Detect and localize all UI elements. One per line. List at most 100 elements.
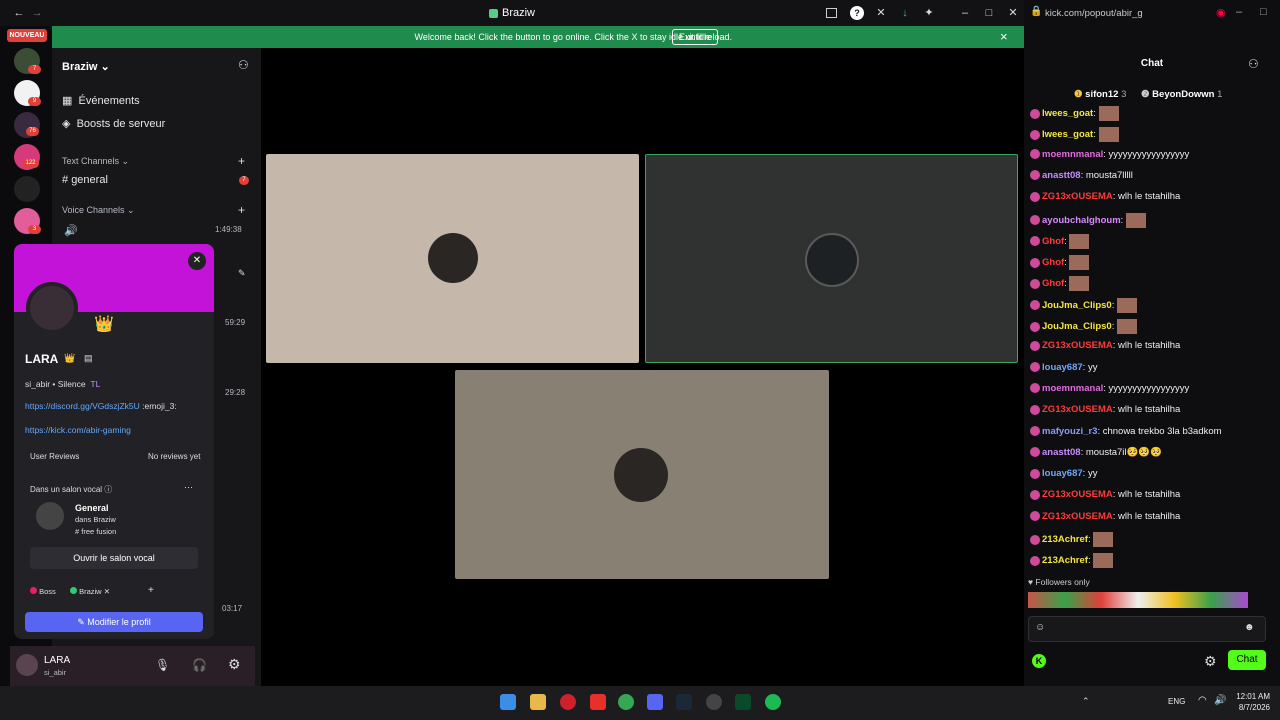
profile-name: LARA <box>25 352 59 366</box>
new-badge: NOUVEAU <box>7 29 47 42</box>
chat-username[interactable]: lwees_goat <box>1042 108 1093 119</box>
maximize-icon[interactable]: □ <box>982 6 996 20</box>
server-name[interactable]: Braziw ⌄ <box>62 60 110 73</box>
microphone-icon[interactable]: 🎙 <box>155 658 170 672</box>
chat-username[interactable]: louay687 <box>1042 362 1083 373</box>
crown-icon: 👑 <box>94 316 114 333</box>
chat-username[interactable]: Ghof <box>1042 257 1064 268</box>
chat-text: yy <box>1087 468 1098 480</box>
extension-icon[interactable]: ✦ <box>922 6 936 20</box>
banner-close-icon[interactable]: × <box>1000 29 1008 44</box>
chat-message: moemnmanal: yyyyyyyyyyyyyyyyy <box>1030 383 1189 401</box>
tray-chevron-icon[interactable]: ⌃ <box>1082 696 1090 707</box>
language-indicator[interactable]: ENG <box>1168 697 1185 706</box>
discord-icon[interactable] <box>647 694 663 710</box>
add-friend-icon[interactable]: ⚇ <box>238 58 249 72</box>
profile-link[interactable]: https://discord.gg/VGdszjZk5U :emoji_3: <box>25 401 177 411</box>
chat-message: 213Achref: <box>1030 532 1114 550</box>
gear-app-icon[interactable] <box>706 694 722 710</box>
close-icon[interactable]: ✕ <box>188 252 206 270</box>
app-icon[interactable] <box>735 694 751 710</box>
emote-picker-icon[interactable]: ☺ <box>1035 622 1045 633</box>
minimize-icon[interactable]: – <box>1236 6 1242 18</box>
chat-username[interactable]: ZG13xOUSEMA <box>1042 404 1113 415</box>
chat-username[interactable]: anastt08 <box>1042 170 1081 181</box>
category-text-channels[interactable]: Text Channels ⌄ <box>62 156 129 167</box>
emote-bar[interactable] <box>1028 592 1248 608</box>
opera-icon[interactable] <box>560 694 576 710</box>
minimize-icon[interactable]: – <box>958 6 972 20</box>
tile-avatar <box>428 233 478 283</box>
headphones-icon[interactable]: 🎧 <box>192 658 207 672</box>
chat-username[interactable]: moemnmanal <box>1042 149 1103 160</box>
chat-username[interactable]: ayoubchalghoum <box>1042 215 1121 226</box>
heart-icon: ♥ <box>1028 577 1034 587</box>
emote-image <box>1069 276 1090 292</box>
chat-text: wlh le tstahilha <box>1118 191 1181 203</box>
chat-username[interactable]: anastt08 <box>1042 447 1081 458</box>
steam-icon[interactable] <box>676 694 692 710</box>
emote-image <box>1069 233 1090 249</box>
chat-username[interactable]: ZG13xOUSEMA <box>1042 340 1113 351</box>
send-chat-button[interactable]: Chat <box>1228 650 1266 670</box>
avatar[interactable] <box>26 282 78 334</box>
clock[interactable]: 12:01 AM 8/7/2026 <box>1230 691 1270 713</box>
chat-username[interactable]: ZG13xOUSEMA <box>1042 191 1113 202</box>
edit-profile-button[interactable]: ✎ Modifier le profil <box>25 612 203 632</box>
chat-username[interactable]: JouJma_Clips0 <box>1042 321 1112 332</box>
chat-username[interactable]: lwees_goat <box>1042 129 1093 140</box>
note-icon[interactable]: ▤ <box>84 353 93 364</box>
leaderboard-entry: ❷ BeyonDowwn 1 <box>1141 89 1223 100</box>
open-voice-button[interactable]: Ouvrir le salon vocal <box>30 547 198 569</box>
chat-username[interactable]: ZG13xOUSEMA <box>1042 489 1113 500</box>
profile-link[interactable]: https://kick.com/abir-gaming <box>25 425 131 435</box>
help-icon[interactable]: ? <box>850 6 864 20</box>
more-icon[interactable]: ⋯ <box>184 482 193 493</box>
volume-icon[interactable]: 🔊 <box>1214 695 1226 706</box>
sidebar-item-boosts[interactable]: ◈ Boosts de serveur <box>62 117 165 130</box>
category-voice-channels[interactable]: Voice Channels ⌄ <box>62 205 135 216</box>
extension-icon[interactable]: ◉ <box>1216 6 1226 19</box>
chrome-icon[interactable] <box>618 694 634 710</box>
chat-username[interactable]: Ghof <box>1042 278 1064 289</box>
add-voice-channel-icon[interactable]: + <box>238 203 245 217</box>
chat-message: JouJma_Clips0: <box>1030 319 1137 337</box>
spotify-icon[interactable] <box>765 694 781 710</box>
sidebar-item-events[interactable]: ▦ Événements <box>62 94 140 107</box>
wifi-icon[interactable]: ◠ <box>1198 695 1207 706</box>
avatar[interactable] <box>16 654 38 676</box>
chat-username[interactable]: moemnmanal <box>1042 383 1103 394</box>
close-icon[interactable]: ✕ <box>1006 6 1020 20</box>
chat-username[interactable]: louay687 <box>1042 468 1083 479</box>
chat-username[interactable]: 213Achref <box>1042 534 1088 545</box>
voice-tile[interactable] <box>455 370 829 579</box>
wps-icon[interactable] <box>590 694 606 710</box>
voice-tile[interactable] <box>266 154 639 363</box>
chat-username[interactable]: ZG13xOUSEMA <box>1042 511 1113 522</box>
exit-idle-button[interactable]: Exit Idle <box>672 29 719 45</box>
calendar-icon: ▦ <box>62 95 73 107</box>
settings-icon[interactable]: ⚙ <box>228 656 241 673</box>
url-text[interactable]: kick.com/popout/abir_g <box>1045 8 1143 19</box>
add-channel-icon[interactable]: + <box>238 154 245 168</box>
users-icon[interactable]: ⚇ <box>1248 57 1259 71</box>
smiley-icon[interactable]: ☻ <box>1244 622 1255 633</box>
server-icon[interactable] <box>14 176 40 202</box>
start-icon[interactable] <box>500 694 516 710</box>
chat-input[interactable] <box>1028 616 1266 642</box>
settings-icon[interactable]: ⚙ <box>1204 653 1217 670</box>
chat-username[interactable]: Ghof <box>1042 236 1064 247</box>
chat-username[interactable]: JouJma_Clips0 <box>1042 300 1112 311</box>
add-role-icon[interactable]: + <box>148 585 154 596</box>
banner-text: Welcome back! Click the button to go onl… <box>414 32 733 42</box>
chat-message: Ghof: <box>1030 233 1090 252</box>
folder-icon[interactable] <box>530 694 546 710</box>
tools-icon[interactable]: ✕ <box>874 6 888 20</box>
inbox-icon[interactable] <box>826 8 837 18</box>
channel-general[interactable]: # general <box>62 174 108 186</box>
chat-username[interactable]: mafyouzi_r3 <box>1042 426 1097 437</box>
chat-username[interactable]: 213Achref <box>1042 555 1088 566</box>
download-icon[interactable]: ↓ <box>898 6 912 20</box>
maximize-icon[interactable]: □ <box>1260 6 1267 18</box>
voice-tile-speaking[interactable] <box>645 154 1018 363</box>
